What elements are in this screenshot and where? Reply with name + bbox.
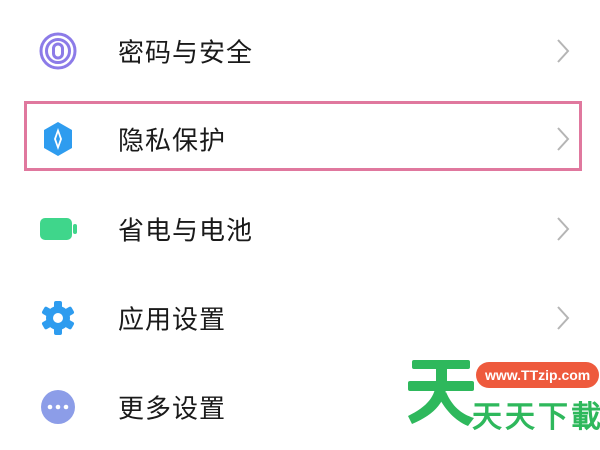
- chevron-right-icon: [556, 216, 570, 242]
- chevron-right-icon: [556, 126, 570, 152]
- watermark: www.TTzip.com 天天下載: [404, 354, 600, 444]
- fingerprint-icon: [38, 31, 78, 71]
- watermark-url: www.TTzip.com: [476, 362, 600, 388]
- chevron-right-icon: [556, 38, 570, 64]
- watermark-logo-icon: [406, 354, 476, 426]
- settings-item-power-battery[interactable]: 省电与电池: [0, 184, 600, 274]
- gear-icon: [38, 298, 78, 338]
- chevron-right-icon: [556, 305, 570, 331]
- settings-item-label: 隐私保护: [118, 126, 227, 157]
- settings-item-label: 更多设置: [118, 394, 227, 425]
- settings-screen: 密码与安全 隐私保护 省电与电池 应用设置 更多设置 www.TTzip.com…: [0, 0, 600, 450]
- settings-item-label: 应用设置: [118, 305, 227, 336]
- settings-item-password-security[interactable]: 密码与安全: [0, 6, 600, 96]
- watermark-text: 天天下載: [472, 400, 600, 435]
- settings-item-label: 省电与电池: [118, 216, 254, 247]
- more-dots-icon: [38, 387, 78, 427]
- settings-item-app-settings[interactable]: 应用设置: [0, 273, 600, 363]
- shield-icon: [38, 119, 78, 159]
- settings-item-label: 密码与安全: [118, 38, 254, 69]
- settings-item-privacy-protection[interactable]: 隐私保护: [0, 94, 600, 184]
- battery-icon: [38, 209, 78, 249]
